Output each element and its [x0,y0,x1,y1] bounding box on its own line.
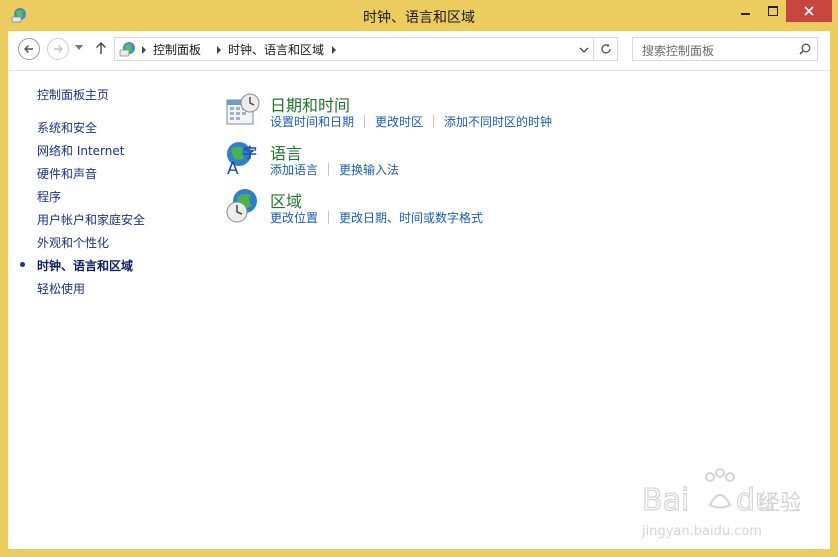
search-icon[interactable] [799,43,811,55]
search-input[interactable]: 搜索控制面板 [632,37,818,61]
svg-text:经验: 经验 [758,491,800,516]
language-globe-icon: 字 A [227,142,257,176]
search-placeholder: 搜索控制面板 [642,44,715,58]
breadcrumb-separator-icon[interactable] [217,46,221,54]
forward-button[interactable] [47,38,69,60]
link-change-timezone[interactable]: 更改时区 [375,115,423,129]
address-bar[interactable]: 控制面板 时钟、语言和区域 [114,37,594,61]
calendar-clock-icon [226,93,260,125]
link-add-language[interactable]: 添加语言 [270,163,318,177]
link-add-clocks[interactable]: 添加不同时区的时钟 [444,115,552,129]
up-level-button[interactable] [95,41,107,55]
title-bar[interactable]: 时钟、语言和区域 [0,0,838,31]
close-button[interactable] [786,0,832,22]
category-links-date-time: 设置时间和日期 更改时区 添加不同时区的时钟 [270,113,552,130]
recent-locations-dropdown[interactable] [75,45,83,51]
category-links-region: 更改位置 更改日期、时间或数字格式 [270,209,483,226]
link-separator [364,115,366,128]
arrow-right-icon [54,45,63,53]
sidebar-item-clock-language-region[interactable]: 时钟、语言和区域 [37,257,133,274]
link-change-formats[interactable]: 更改日期、时间或数字格式 [339,211,483,225]
sidebar-item-user-accounts[interactable]: 用户帐户和家庭安全 [37,211,145,228]
breadcrumb-separator-icon[interactable] [142,46,146,54]
minimize-icon [740,13,750,15]
arrow-left-icon [24,45,33,53]
sidebar-item-appearance[interactable]: 外观和个性化 [37,234,109,251]
chevron-down-icon[interactable] [579,47,589,53]
minimize-button[interactable] [731,0,759,22]
svg-text:A: A [227,159,239,176]
sidebar-item-programs[interactable]: 程序 [37,188,61,205]
navigation-bar: 控制面板 时钟、语言和区域 搜索控制面板 [8,31,830,71]
svg-text:jingyan.baidu.com: jingyan.baidu.com [641,524,762,539]
breadcrumb-separator-icon[interactable] [332,46,336,54]
sidebar-item-system-security[interactable]: 系统和安全 [37,119,97,136]
sidebar-item-hardware-sound[interactable]: 硬件和声音 [37,165,97,182]
link-change-input-method[interactable]: 更换输入法 [339,163,399,177]
window-title: 时钟、语言和区域 [363,10,475,26]
back-button[interactable] [18,38,40,60]
maximize-icon [768,6,778,16]
breadcrumb-current[interactable]: 时钟、语言和区域 [228,41,324,58]
active-item-bullet-icon [20,262,25,267]
category-links-language: 添加语言 更换输入法 [270,161,399,178]
link-separator [328,211,330,224]
region-globe-clock-icon [226,189,257,223]
maximize-button[interactable] [759,0,787,22]
svg-text:字: 字 [243,145,257,162]
link-separator [433,115,435,128]
svg-text:Bai: Bai [642,483,689,518]
sidebar-item-network[interactable]: 网络和 Internet [37,142,124,159]
control-panel-window: 时钟、语言和区域 控制面板 时钟、语言和区域 搜索控制面板 控制面板主页 系统和… [0,0,838,557]
close-icon [804,6,814,16]
sidebar-item-home[interactable]: 控制面板主页 [37,86,109,103]
sidebar-item-ease-of-access[interactable]: 轻松使用 [37,280,85,297]
breadcrumb-control-panel[interactable]: 控制面板 [153,41,201,58]
refresh-button[interactable] [594,37,618,61]
refresh-icon [600,43,611,54]
link-set-time-date[interactable]: 设置时间和日期 [270,115,354,129]
control-panel-icon [119,42,135,57]
baidu-watermark-logo: Bai du 经验 jingyan.baidu.com [641,468,800,539]
link-change-location[interactable]: 更改位置 [270,211,318,225]
link-separator [328,163,330,176]
